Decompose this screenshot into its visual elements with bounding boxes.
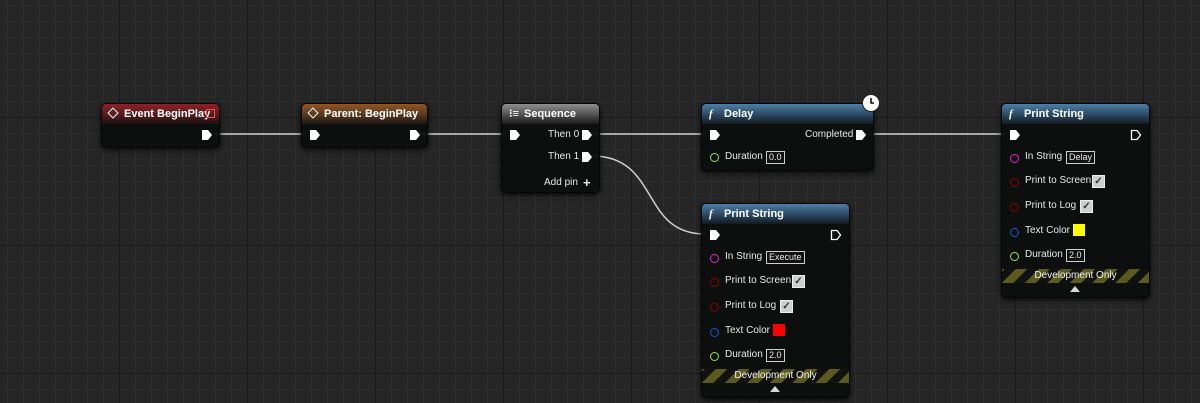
struct-pin-icon[interactable] (1010, 228, 1019, 237)
expand-arrow-icon[interactable] (770, 386, 780, 392)
print-to-log-label: Print to Log (1025, 200, 1077, 211)
event-diamond-icon (107, 104, 119, 124)
then-1-label: Then 1 (548, 151, 580, 162)
print-string-node[interactable]: f Print String In String Execute Print t… (701, 203, 850, 398)
duration-label: Duration (1025, 249, 1063, 260)
node-header: Parent: BeginPlay (302, 104, 427, 124)
struct-pin-icon[interactable] (710, 328, 719, 337)
text-color-label: Text Color (725, 325, 771, 336)
function-icon: f (709, 208, 713, 220)
float-pin-icon[interactable] (710, 153, 719, 162)
node-title: Parent: BeginPlay (324, 108, 419, 120)
text-color-swatch[interactable] (773, 324, 785, 336)
print-to-log-label: Print to Log (725, 300, 777, 311)
duration-label: Duration (725, 151, 763, 162)
function-icon: f (709, 108, 713, 120)
in-string-label: In String (1025, 151, 1063, 162)
duration-field[interactable]: 2.0 (1066, 249, 1085, 262)
exec-in-pin-icon[interactable] (509, 129, 521, 141)
node-header: Event BeginPlay (102, 104, 219, 124)
exec-in-pin-icon[interactable] (309, 129, 321, 141)
print-to-log-checkbox[interactable]: ✓ (1080, 200, 1093, 213)
node-header: f Print String (702, 204, 849, 224)
plus-icon[interactable]: + (583, 175, 591, 190)
print-to-screen-checkbox[interactable]: ✓ (792, 275, 805, 288)
print-to-screen-label: Print to Screen (725, 275, 792, 286)
bool-pin-icon[interactable] (710, 278, 719, 287)
exec-in-pin-icon[interactable] (1009, 129, 1021, 141)
then-0-label: Then 0 (548, 129, 580, 140)
add-pin-button[interactable]: Add pin (544, 177, 578, 188)
duration-label: Duration (725, 349, 763, 360)
exec-in-pin-icon[interactable] (709, 129, 721, 141)
event-diamond-icon (307, 104, 319, 124)
event-begin-play-node[interactable]: Event BeginPlay (101, 103, 220, 148)
exec-out-pin-icon[interactable] (201, 129, 213, 141)
node-title: Sequence (524, 108, 576, 120)
exec-out-pin-icon[interactable] (1130, 129, 1142, 141)
latent-clock-icon (862, 94, 880, 112)
print-to-screen-label: Print to Screen (1025, 175, 1092, 186)
exec-out-pin-icon[interactable] (855, 129, 867, 141)
development-only-banner: Development Only (1002, 269, 1149, 283)
in-string-field[interactable]: Delay (1066, 151, 1096, 164)
text-color-label: Text Color (1025, 225, 1071, 236)
in-string-field[interactable]: Execute (766, 251, 805, 264)
node-header: ⁝≡ Sequence (502, 104, 599, 124)
bool-pin-icon[interactable] (1010, 178, 1019, 187)
delegate-pin-icon[interactable] (206, 109, 215, 118)
exec-out-pin-icon[interactable] (409, 129, 421, 141)
exec-out-pin-icon[interactable] (581, 151, 593, 163)
exec-out-pin-icon[interactable] (581, 129, 593, 141)
text-color-swatch[interactable] (1073, 224, 1085, 236)
bool-pin-icon[interactable] (1010, 203, 1019, 212)
bool-pin-icon[interactable] (710, 303, 719, 312)
node-title: Print String (1024, 108, 1084, 120)
development-only-banner: Development Only (702, 369, 849, 383)
node-title: Event BeginPlay (124, 108, 211, 120)
exec-wire (591, 155, 706, 235)
exec-in-pin-icon[interactable] (709, 229, 721, 241)
string-pin-icon[interactable] (1010, 154, 1019, 163)
duration-field[interactable]: 0.0 (766, 151, 785, 164)
print-to-log-checkbox[interactable]: ✓ (780, 300, 793, 313)
function-icon: f (1009, 108, 1013, 120)
node-header: f Print String (1002, 104, 1149, 124)
float-pin-icon[interactable] (710, 352, 719, 361)
float-pin-icon[interactable] (1010, 252, 1019, 261)
delay-node[interactable]: f Delay Completed Duration 0.0 (701, 103, 874, 171)
expand-arrow-icon[interactable] (1070, 286, 1080, 292)
print-string-node[interactable]: f Print String In String Delay Print to … (1001, 103, 1150, 298)
duration-field[interactable]: 2.0 (766, 349, 785, 362)
print-to-screen-checkbox[interactable]: ✓ (1092, 175, 1105, 188)
exec-out-pin-icon[interactable] (830, 229, 842, 241)
sequence-icon: ⁝≡ (509, 108, 519, 120)
sequence-node[interactable]: ⁝≡ Sequence Then 0 Then 1 Add pin + (501, 103, 600, 193)
node-header: f Delay (702, 104, 873, 124)
string-pin-icon[interactable] (710, 254, 719, 263)
in-string-label: In String (725, 251, 763, 262)
node-title: Print String (724, 208, 784, 220)
completed-label: Completed (805, 129, 854, 140)
parent-begin-play-node[interactable]: Parent: BeginPlay (301, 103, 428, 148)
node-title: Delay (724, 108, 754, 120)
